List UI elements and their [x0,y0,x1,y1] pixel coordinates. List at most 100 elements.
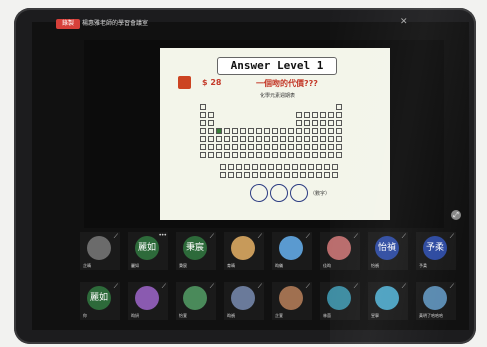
participant-tile[interactable]: 予柔 予柔 ⟋ [416,232,456,270]
participant-name: 昱寧 [371,313,379,318]
recording-badge: 錄製 [56,19,80,29]
element-cell [304,144,310,150]
element-cell [200,136,206,142]
element-cell [328,120,334,126]
element-cell [320,144,326,150]
participant-tile[interactable]: 麗如你 ⟋ [80,282,120,320]
element-cell [312,120,318,126]
element-cell [316,172,322,178]
element-cell [272,144,278,150]
element-cell [208,144,214,150]
answer-boxes [250,184,310,202]
participant-name: 佳昀 [323,263,331,268]
element-cell [248,152,254,158]
element-cell [336,104,342,110]
participant-grid: 芷晴 ⟋ 麗如 麗如 ••• 秉宸 秉宸 ⟋ 育晴 ⟋ 昀儀 ⟋ 佳昀 ⟋ 怡禎 怡禎 ⟋ 予柔 予柔 ⟋ 麗如你 ⟋ 昀妍… [80,232,470,332]
participant-tile[interactable]: 怡萱 ⟋ [176,282,216,320]
element-cell [256,144,262,150]
participant-name: 黃明了哈哈哈 [419,313,443,318]
element-cell [232,136,238,142]
element-cell [324,164,330,170]
element-cell [312,144,318,150]
participant-tile[interactable]: 昀妍 ⟋ [128,282,168,320]
shared-slide: Answer Level 1 $ 28 一個吻的代價??? 化學元素週期表 （數… [160,48,390,220]
prize-logo-icon [178,76,191,89]
element-cell [328,152,334,158]
participant-tile[interactable]: 昱寧 ⟋ [368,282,408,320]
element-cell [292,172,298,178]
element-cell [244,172,250,178]
meeting-title: 楊惠雅老師的學習會議室 [82,20,149,27]
participant-tile[interactable]: 麗如 麗如 ••• [128,232,168,270]
mic-off-icon: ⟋ [257,283,262,290]
element-cell [292,164,298,170]
element-cell [220,172,226,178]
participant-tile[interactable]: 怡禎 怡禎 ⟋ [368,232,408,270]
participant-name: 昀儀 [275,263,283,268]
participant-tile[interactable]: 黃明了哈哈哈 ⟋ [416,282,456,320]
avatar: 麗如 [135,236,159,260]
expand-icon[interactable]: ⤢ [451,210,461,220]
element-cell [240,144,246,150]
element-cell [280,152,286,158]
element-cell [240,152,246,158]
element-cell [296,152,302,158]
mic-off-icon: ⟋ [113,233,118,240]
element-cell [288,128,294,134]
element-cell [260,164,266,170]
mic-off-icon: ⟋ [353,233,358,240]
element-cell [256,136,262,142]
participant-name: 麗如 [131,263,139,268]
participant-name: 怡禎 [371,263,379,268]
element-cell [272,128,278,134]
participant-tile[interactable]: 林茵 ⟋ [320,282,360,320]
element-cell [328,128,334,134]
participant-tile[interactable]: 秉宸 秉宸 ⟋ [176,232,216,270]
element-cell [320,128,326,134]
element-cell [308,172,314,178]
element-cell [296,136,302,142]
element-cell [200,152,206,158]
mic-off-icon: ⟋ [209,283,214,290]
element-cell [200,112,206,118]
element-cell [200,120,206,126]
element-cell [208,128,214,134]
element-cell [320,136,326,142]
element-cell [300,164,306,170]
element-cell [264,152,270,158]
element-cell [336,152,342,158]
element-cell [248,136,254,142]
avatar: 秉宸 [183,236,207,260]
element-cell [208,112,214,118]
element-cell [296,112,302,118]
periodic-table-image [200,104,350,178]
participant-name: 你 [83,313,87,318]
avatar [87,236,111,260]
element-cell [264,136,270,142]
mic-off-icon: ⟋ [161,283,166,290]
element-cell [284,172,290,178]
participant-tile[interactable]: 芷晴 ⟋ [80,232,120,270]
participant-tile[interactable]: 昀儀 ⟋ [272,232,312,270]
participant-tile[interactable]: 育晴 ⟋ [224,232,264,270]
element-cell [268,164,274,170]
participant-tile[interactable]: 昀禎 ⟋ [224,282,264,320]
element-cell [208,120,214,126]
mic-off-icon: ⟋ [401,283,406,290]
element-cell [232,128,238,134]
participant-tile[interactable]: 佳昀 ⟋ [320,232,360,270]
mic-off-icon[interactable]: ✕ [400,17,410,27]
participant-name: 昀妍 [131,313,139,318]
element-cell [296,144,302,150]
element-cell [208,152,214,158]
element-cell [304,112,310,118]
answer-note: （數字） [310,191,331,197]
element-cell [264,144,270,150]
participant-tile[interactable]: 芷萱 ⟋ [272,282,312,320]
avatar [183,286,207,310]
more-icon[interactable]: ••• [158,232,167,239]
element-cell [304,136,310,142]
element-cell [272,136,278,142]
element-cell [336,128,342,134]
avatar [375,286,399,310]
